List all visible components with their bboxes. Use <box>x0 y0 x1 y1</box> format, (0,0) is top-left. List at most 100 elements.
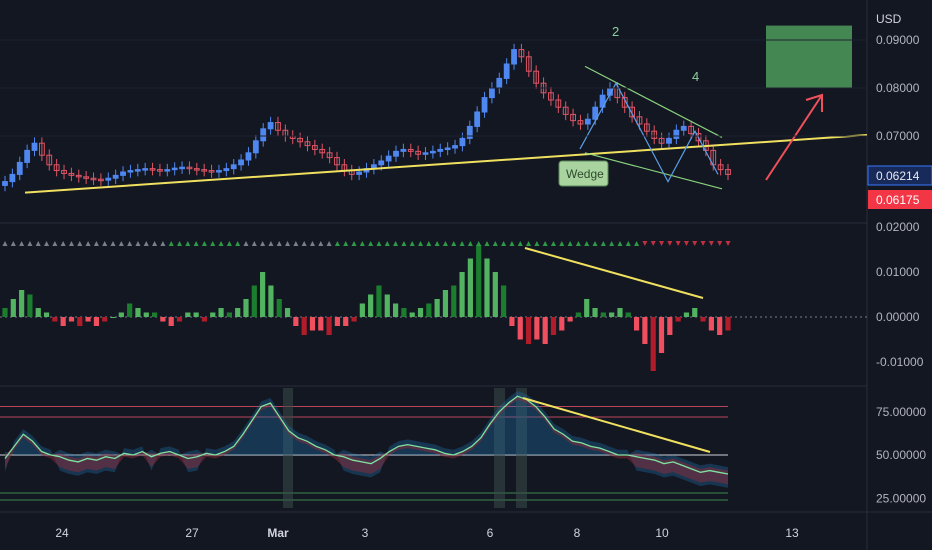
candle-body <box>112 174 119 179</box>
oscillator-bar <box>19 290 25 317</box>
candle-body <box>496 77 503 89</box>
oscillator-bar <box>600 312 606 317</box>
oscillator-bar <box>584 299 590 317</box>
signal-marker <box>77 241 83 246</box>
price-tick-label: 0.08000 <box>876 81 920 95</box>
oscillator-bar <box>392 303 399 317</box>
oscillator-bar <box>459 272 465 317</box>
candle-body <box>16 161 23 175</box>
oscillator-bar <box>559 317 565 331</box>
signal-marker <box>409 241 415 246</box>
candle-body <box>584 118 591 125</box>
oscillator-bar <box>176 317 183 322</box>
oscillator-bar <box>509 317 515 326</box>
rsi-tick-label: 25.00000 <box>876 491 926 505</box>
oscillator-bar <box>384 294 390 317</box>
candle-body <box>511 49 517 65</box>
target-box <box>766 25 852 89</box>
signal-marker <box>301 241 307 246</box>
signal-marker <box>52 241 58 246</box>
oscillator-bar <box>35 308 41 317</box>
signal-marker <box>384 241 390 246</box>
signal-marker <box>143 241 149 246</box>
signal-marker <box>683 241 689 246</box>
oscillator-bar <box>10 299 16 317</box>
signal-marker <box>44 241 50 246</box>
signal-marker <box>659 241 665 246</box>
oscillator-bar <box>93 317 100 326</box>
signal-marker <box>193 241 199 246</box>
signal-marker <box>201 241 207 246</box>
candle-body <box>459 137 466 147</box>
oscillator-bar <box>293 317 299 326</box>
oscillator-bar <box>675 317 681 322</box>
candle-body <box>245 152 252 161</box>
signal-marker <box>102 241 108 246</box>
oscillator-tick-label: 0.01000 <box>876 265 920 279</box>
oscillator-bar <box>193 312 199 317</box>
oscillator-bar <box>77 317 83 326</box>
signal-marker <box>534 241 540 246</box>
candle-body <box>422 152 429 155</box>
oscillator-bar <box>318 317 324 331</box>
oscillator-bar <box>725 317 731 331</box>
signal-marker <box>418 241 424 246</box>
signal-marker <box>318 241 324 246</box>
price-tick-label: 0.09000 <box>876 33 920 47</box>
oscillator-divergence-line <box>524 247 704 299</box>
signal-marker <box>135 241 141 246</box>
oscillator-bar <box>426 303 432 317</box>
time-tick-label: 24 <box>55 526 69 540</box>
oscillator-bar <box>110 317 116 318</box>
signal-marker <box>567 241 573 246</box>
signal-marker <box>617 241 623 246</box>
oscillator-bar <box>434 299 440 317</box>
main-overlays <box>24 25 868 194</box>
signal-marker <box>426 241 432 246</box>
candle-body <box>216 170 222 173</box>
oscillator-bar <box>368 294 374 317</box>
oscillator-bar <box>260 272 266 317</box>
oscillator-bar <box>467 258 473 317</box>
candle-body <box>120 171 126 176</box>
signal-marker <box>285 241 291 246</box>
oscillator-bar <box>534 317 540 340</box>
candle-body <box>429 150 436 154</box>
signal-marker <box>152 241 158 246</box>
oscillator-bar <box>301 317 307 335</box>
oscillator-bar <box>27 294 33 317</box>
signal-marker <box>177 241 183 246</box>
oscillator-tick-label: 0.02000 <box>876 220 920 234</box>
price-tick-label: 0.07000 <box>876 129 920 143</box>
oscillator-bar <box>309 317 316 331</box>
signal-marker <box>492 241 498 246</box>
oscillator-bar <box>667 317 673 335</box>
oscillator-bar <box>409 312 415 317</box>
oscillator-bar <box>276 299 282 317</box>
candle-body <box>474 111 481 127</box>
candle-body <box>666 137 672 144</box>
signal-marker <box>93 241 99 246</box>
oscillator-bar <box>625 312 631 317</box>
signal-marker <box>592 241 598 246</box>
oscillator-bar <box>650 317 656 371</box>
currency-label: USD <box>876 12 902 26</box>
oscillator-bar <box>609 312 615 317</box>
oscillator-bar <box>284 308 291 317</box>
support-trendline <box>24 134 868 194</box>
oscillator-bar <box>60 317 66 326</box>
signal-marker <box>276 241 282 246</box>
candle-body <box>171 167 178 171</box>
candle-body <box>437 148 444 152</box>
oscillator-bar <box>151 312 158 317</box>
candle-body <box>393 150 399 157</box>
signal-marker <box>2 241 8 246</box>
signal-marker <box>484 241 490 246</box>
signal-marker <box>168 241 174 246</box>
time-tick-label: 10 <box>655 526 669 540</box>
oscillator-bar <box>168 317 174 326</box>
signal-marker <box>260 241 266 246</box>
candle-body <box>385 155 392 162</box>
signal-marker <box>575 241 581 246</box>
time-tick-label: 8 <box>574 526 581 540</box>
